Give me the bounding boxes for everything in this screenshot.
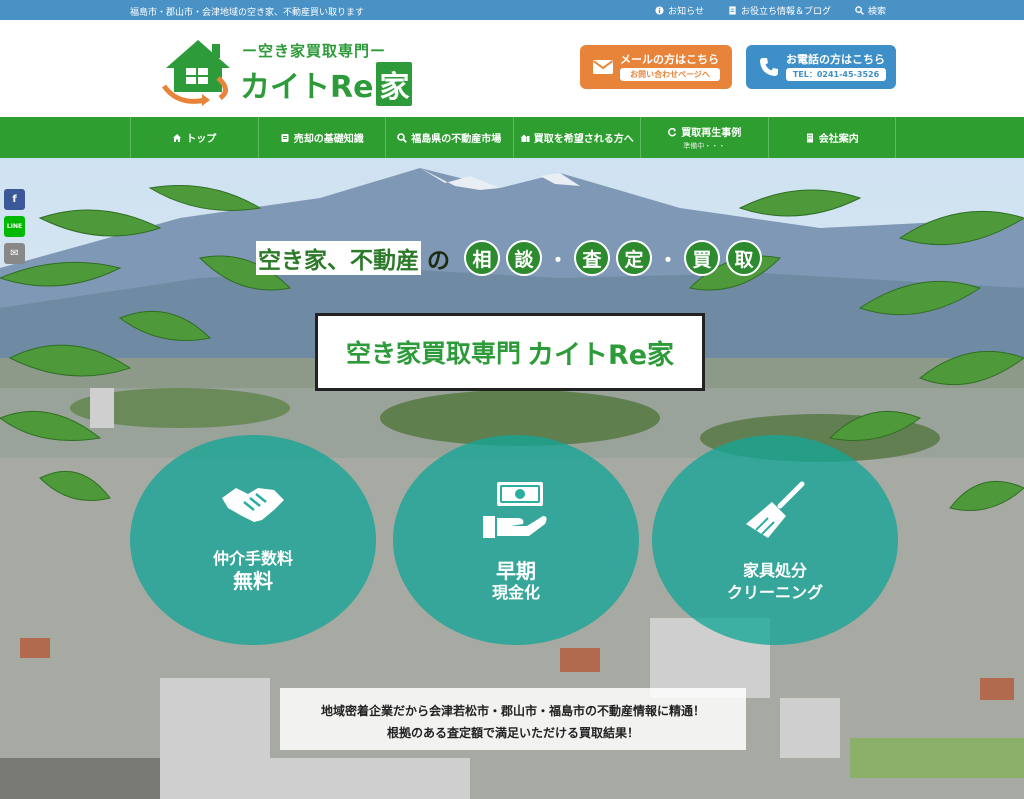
handshake-icon bbox=[222, 488, 284, 522]
feature-line2: クリーニング bbox=[726, 583, 823, 602]
line-share-button[interactable]: LINE bbox=[4, 216, 25, 237]
feature-no-fee: 仲介手数料 無料 bbox=[130, 435, 376, 645]
facebook-icon: f bbox=[12, 194, 17, 205]
logo-brand: カイトRe 家 bbox=[240, 62, 413, 106]
mail-cta-title: メールの方はこちら bbox=[620, 53, 719, 66]
logo-brand-box: 家 bbox=[376, 62, 413, 106]
feature-line1: 早期 bbox=[495, 559, 536, 583]
broom-icon bbox=[746, 481, 805, 538]
feature-early-cash: 早期 現金化 bbox=[393, 435, 639, 645]
headline-text: 空き家、不動産 bbox=[256, 241, 421, 275]
hero-section: 空き家、不動産 の 相 談 ・ 査 定 ・ 買 取 空き家買取専門 カイトRe家… bbox=[0, 158, 1024, 799]
home-icon bbox=[173, 133, 182, 142]
headline-char: 査 bbox=[574, 240, 610, 276]
feature-line2: 無料 bbox=[232, 569, 273, 593]
note-line2: 根拠のある査定額で満足いただける買取結果！ bbox=[386, 726, 639, 740]
mail-contact-button[interactable]: メールの方はこちら お問い合わせページへ bbox=[580, 45, 732, 89]
headline-char: 定 bbox=[616, 240, 652, 276]
top-link-label: お役立ち情報＆ブログ bbox=[740, 7, 831, 17]
tel-cta-title: お電話の方はこちら bbox=[786, 53, 885, 66]
phone-icon bbox=[760, 58, 778, 76]
email-icon: ✉ bbox=[10, 248, 19, 259]
nav-item-company[interactable]: 会社案内 bbox=[767, 117, 896, 158]
headline-sep: ・ bbox=[658, 247, 678, 272]
refresh-icon bbox=[668, 127, 677, 136]
nav-label: 会社案内 bbox=[818, 134, 859, 145]
tel-cta-sub: TEL：0241-45-3526 bbox=[786, 68, 886, 81]
hero-title-b: カイトRe家 bbox=[526, 339, 675, 371]
email-share-button[interactable]: ✉ bbox=[4, 243, 25, 264]
house-icon bbox=[520, 134, 530, 142]
info-icon bbox=[655, 6, 664, 15]
headline-char: 買 bbox=[684, 240, 720, 276]
top-link-search[interactable]: 検索 bbox=[855, 4, 886, 17]
line-icon: LINE bbox=[6, 223, 23, 230]
mail-cta-sub: お問い合わせページへ bbox=[620, 68, 720, 81]
logo-tagline: ー空き家買取専門ー bbox=[242, 42, 387, 60]
nav-sublabel: 準備中・・・ bbox=[683, 142, 726, 150]
nav-label: トップ bbox=[186, 134, 217, 145]
hero-note: 地域密着企業だから会津若松市・郡山市・福島市の不動産情報に精通！ 根拠のある査定… bbox=[280, 688, 746, 750]
nav-label: 売却の基礎知識 bbox=[293, 134, 364, 145]
envelope-icon bbox=[592, 60, 614, 74]
feature-line1: 家具処分 bbox=[742, 561, 807, 580]
building-icon bbox=[806, 133, 813, 142]
book-icon bbox=[281, 133, 289, 142]
top-link-label: お知らせ bbox=[668, 7, 704, 17]
headline-char: 談 bbox=[506, 240, 542, 276]
headline-circles: 相 談 ・ 査 定 ・ 買 取 bbox=[464, 240, 762, 276]
nav-item-market[interactable]: 福島県の不動産市場 bbox=[385, 117, 513, 158]
top-link-blog[interactable]: お役立ち情報＆ブログ bbox=[728, 4, 831, 17]
hero-headline: 空き家、不動産 の 相 談 ・ 査 定 ・ 買 取 bbox=[256, 238, 776, 278]
main-navigation: トップ 売却の基礎知識 福島県の不動産市場 買取を希望される方へ 買取再生事例 … bbox=[0, 117, 1024, 158]
site-logo[interactable]: ー空き家買取専門ー カイトRe 家 bbox=[158, 34, 413, 106]
nav-item-cases[interactable]: 買取再生事例 準備中・・・ bbox=[640, 117, 768, 158]
hero-title-a: 空き家買取専門 bbox=[345, 339, 521, 368]
site-header: ー空き家買取専門ー カイトRe 家 メールの方はこちら お問い合わせページへ お電… bbox=[0, 20, 1024, 117]
search-icon bbox=[855, 6, 864, 15]
top-bar: 福島市・郡山市・会津地域の空き家、不動産買い取ります お知らせ お役立ち情報＆ブ… bbox=[0, 0, 1024, 20]
feature-line2: 現金化 bbox=[491, 583, 540, 602]
nav-item-basics[interactable]: 売却の基礎知識 bbox=[257, 117, 386, 158]
nav-label: 買取を希望される方へ bbox=[533, 134, 634, 145]
feature-cleaning: 家具処分 クリーニング bbox=[652, 435, 898, 645]
headline-sep: ・ bbox=[548, 247, 568, 272]
top-link-news[interactable]: お知らせ bbox=[655, 4, 704, 17]
nav-item-sellers[interactable]: 買取を希望される方へ bbox=[512, 117, 641, 158]
top-link-label: 検索 bbox=[867, 7, 886, 17]
headline-char: 取 bbox=[726, 240, 762, 276]
nav-item-top[interactable]: トップ bbox=[130, 117, 258, 158]
feature-line1: 仲介手数料 bbox=[212, 549, 293, 568]
facebook-share-button[interactable]: f bbox=[4, 189, 25, 210]
house-logo-icon bbox=[161, 40, 230, 106]
site-tagline: 福島市・郡山市・会津地域の空き家、不動産買い取ります bbox=[130, 8, 365, 18]
headline-particle: の bbox=[427, 248, 450, 274]
money-hand-icon bbox=[483, 482, 547, 538]
top-links: お知らせ お役立ち情報＆ブログ 検索 bbox=[655, 4, 886, 17]
search-icon bbox=[397, 132, 408, 143]
logo-brand-text: カイトRe bbox=[240, 70, 374, 105]
note-line1: 地域密着企業だから会津若松市・郡山市・福島市の不動産情報に精通！ bbox=[320, 704, 705, 718]
headline-char: 相 bbox=[464, 240, 500, 276]
nav-label: 福島県の不動産市場 bbox=[411, 134, 502, 145]
hero-title-box: 空き家買取専門 カイトRe家 bbox=[315, 313, 705, 391]
document-icon bbox=[728, 6, 737, 15]
phone-contact-button[interactable]: お電話の方はこちら TEL：0241-45-3526 bbox=[746, 45, 896, 89]
nav-label: 買取再生事例 bbox=[681, 128, 742, 139]
